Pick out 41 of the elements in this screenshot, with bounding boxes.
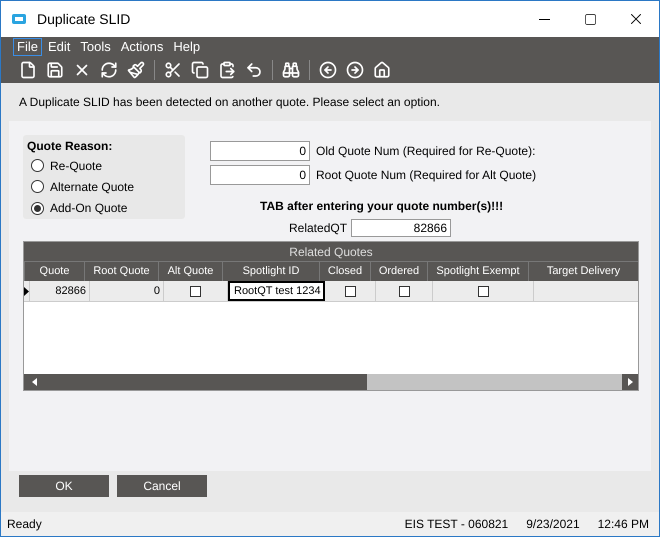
radio-button[interactable] [31,159,44,172]
menu-item[interactable]: File [13,38,42,56]
dialog-button[interactable]: OK [19,475,109,497]
checkbox[interactable] [190,286,201,296]
window-title: Duplicate SLID [37,10,130,29]
spotlight-id-cell[interactable]: RootQT test 1234 [228,281,325,301]
table-cell: 82866 [30,281,90,301]
table-cell: 0 [90,281,164,301]
group-title: Quote Reason: [27,138,114,155]
checkbox[interactable] [398,286,410,296]
message-text: A Duplicate SLID has been detected on another quote. Please select an option. [19,94,440,111]
instruction-text: TAB after entering your quote number(s)!!! [260,198,504,215]
menu-item[interactable]: Tools [76,38,115,56]
radio-option[interactable]: Add-On Quote [31,198,185,219]
radio-option[interactable]: Re-Quote [31,155,185,176]
status-item: 12:46 PM [598,516,649,533]
maximize-icon [584,12,596,26]
status-text: Ready [7,516,42,533]
grid-title: Related Quotes [24,242,638,261]
menu-item[interactable]: Edit [44,38,74,56]
field-label: RelatedQT [289,220,348,237]
radio-option[interactable]: Alternate Quote [31,176,185,198]
menu-item[interactable]: Actions [116,38,168,56]
minimize-icon [538,18,550,20]
dialog-button[interactable]: Cancel [117,475,207,497]
related-qt-field[interactable]: 82866 [351,219,452,237]
status-item: EIS TEST - 060821 [404,516,508,533]
app-icon [11,13,27,25]
scroll-right-icon[interactable] [628,378,632,386]
checkbox[interactable] [344,286,356,296]
number-field[interactable]: 0 [210,165,310,185]
horizontal-scrollbar[interactable] [24,374,638,390]
menu-item[interactable]: Help [169,38,204,56]
checkbox[interactable] [478,286,488,296]
scroll-left-icon[interactable] [32,378,37,386]
number-field[interactable]: 0 [210,141,310,161]
radio-button[interactable] [31,202,44,215]
radio-button[interactable] [31,180,44,194]
status-item: 9/23/2021 [526,516,580,533]
field-label: Root Quote Num (Required for Alt Quote) [316,167,536,184]
field-label: Old Quote Num (Required for Re-Quote): [316,143,536,160]
